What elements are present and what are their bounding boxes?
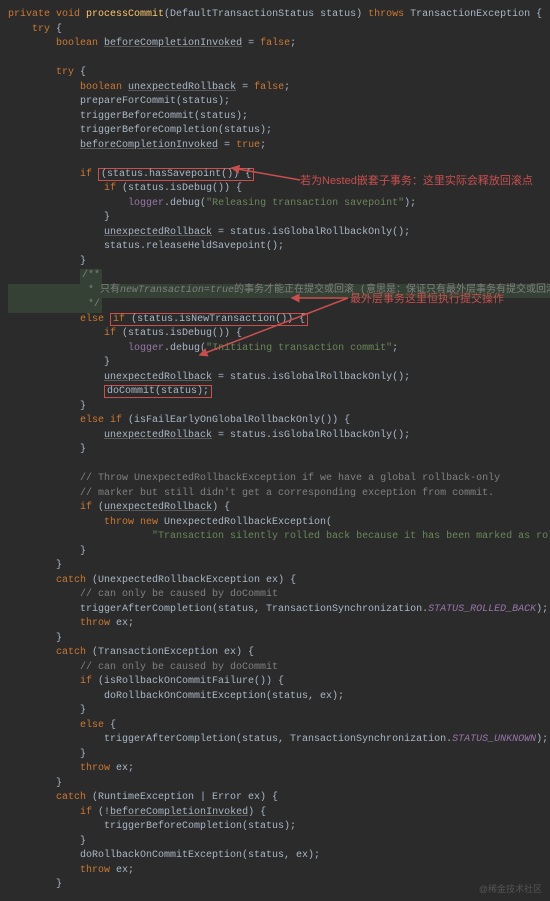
- annotation-outer: 最外层事务这里恒执行提交操作: [350, 292, 504, 308]
- code-block: private void processCommit(DefaultTransa…: [8, 8, 542, 893]
- box-do-commit: doCommit(status);: [104, 385, 212, 398]
- watermark: @稀金技术社区: [479, 883, 542, 896]
- annotation-nested: 若为Nested嵌套子事务：这里实际会释放回滚点: [300, 174, 533, 190]
- box-is-new-transaction: if (status.isNewTransaction()) {: [110, 313, 308, 326]
- box-has-savepoint: (status.hasSavepoint()) {: [98, 168, 254, 181]
